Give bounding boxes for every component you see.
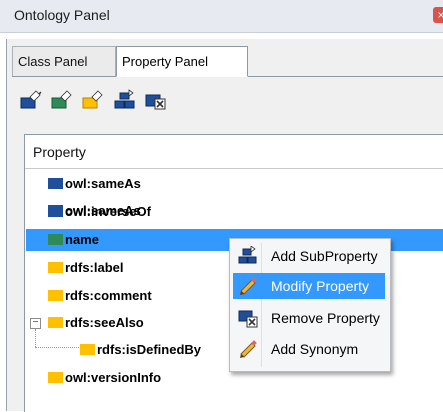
- pencil-icon: [240, 340, 257, 358]
- add-subproperty-button[interactable]: [113, 89, 137, 111]
- annotation-property-icon: [48, 372, 63, 383]
- add-subproperty-icon: [238, 246, 257, 264]
- tree-row-label: owl:inverseOf: [65, 204, 151, 219]
- tree-row[interactable]: rdfs:seeAlso: [48, 312, 144, 334]
- menu-item-add-subproperty[interactable]: Add SubProperty: [233, 243, 385, 269]
- tree-row[interactable]: rdfs:label: [48, 257, 124, 279]
- add-property-icon: [20, 90, 42, 109]
- add-subproperty-icon: [114, 89, 135, 109]
- pencil-icon: [240, 277, 257, 295]
- remove-property-button[interactable]: [144, 89, 168, 111]
- tree-row-label: name: [65, 232, 99, 247]
- menu-item-add-synonym[interactable]: Add Synonym: [233, 336, 385, 362]
- menu-item-modify-property[interactable]: Modify Property: [233, 273, 385, 299]
- tree-row-label: rdfs:seeAlso: [65, 315, 144, 330]
- close-icon[interactable]: ×: [433, 7, 443, 23]
- tree-row[interactable]: rdfs:isDefinedBy: [80, 339, 201, 361]
- remove-property-icon: [238, 310, 258, 328]
- add-object-property-button[interactable]: [50, 89, 74, 111]
- window-title: Ontology Panel: [14, 7, 110, 23]
- menu-item-label: Add Synonym: [271, 341, 359, 357]
- add-datatype-property-icon: [82, 90, 103, 109]
- tree-connector: [35, 329, 37, 347]
- title-bar: Ontology Panel ×: [0, 0, 443, 33]
- tree-row-label: rdfs:isDefinedBy: [97, 342, 202, 357]
- tree-row-label: owl:versionInfo: [65, 370, 162, 385]
- tree-row[interactable]: owl:sameAs: [48, 173, 141, 195]
- tree-row-label: rdfs:comment: [65, 288, 152, 303]
- tree-row[interactable]: owl:versionInfo: [48, 367, 161, 389]
- annotation-property-icon: [48, 290, 63, 301]
- menu-item-label: Modify Property: [271, 278, 370, 294]
- object-property-icon: [48, 178, 63, 189]
- tree-connector: [35, 347, 79, 349]
- column-header-label: Property: [33, 144, 86, 160]
- tree-row-selected[interactable]: name: [48, 229, 99, 251]
- add-object-property-icon: [51, 90, 72, 109]
- collapse-toggle[interactable]: −: [30, 318, 41, 329]
- tree-row-label: rdfs:label: [65, 260, 124, 275]
- tree-row[interactable]: rdfs:comment: [48, 285, 152, 307]
- menu-item-label: Add SubProperty: [271, 248, 378, 264]
- remove-property-icon: [145, 94, 166, 110]
- annotation-property-icon: [48, 317, 63, 328]
- property-toolbar: [12, 77, 443, 122]
- datatype-property-icon: [48, 234, 63, 245]
- column-header[interactable]: Property: [25, 135, 443, 169]
- context-menu: Add SubProperty Modify Property Remove P…: [229, 238, 391, 372]
- tab-property-panel[interactable]: Property Panel: [116, 46, 248, 77]
- tree-row[interactable]: owl:inverseOf: [48, 201, 151, 223]
- add-property-button[interactable]: [19, 89, 43, 111]
- annotation-property-icon: [48, 262, 63, 273]
- object-property-icon: [48, 206, 63, 217]
- menu-item-remove-property[interactable]: Remove Property: [233, 305, 385, 331]
- add-datatype-property-button[interactable]: [81, 89, 105, 111]
- annotation-property-icon: [80, 344, 95, 355]
- tree-row-label: owl:sameAs: [65, 176, 141, 191]
- tab-class-panel[interactable]: Class Panel: [12, 46, 116, 76]
- menu-item-label: Remove Property: [271, 310, 380, 326]
